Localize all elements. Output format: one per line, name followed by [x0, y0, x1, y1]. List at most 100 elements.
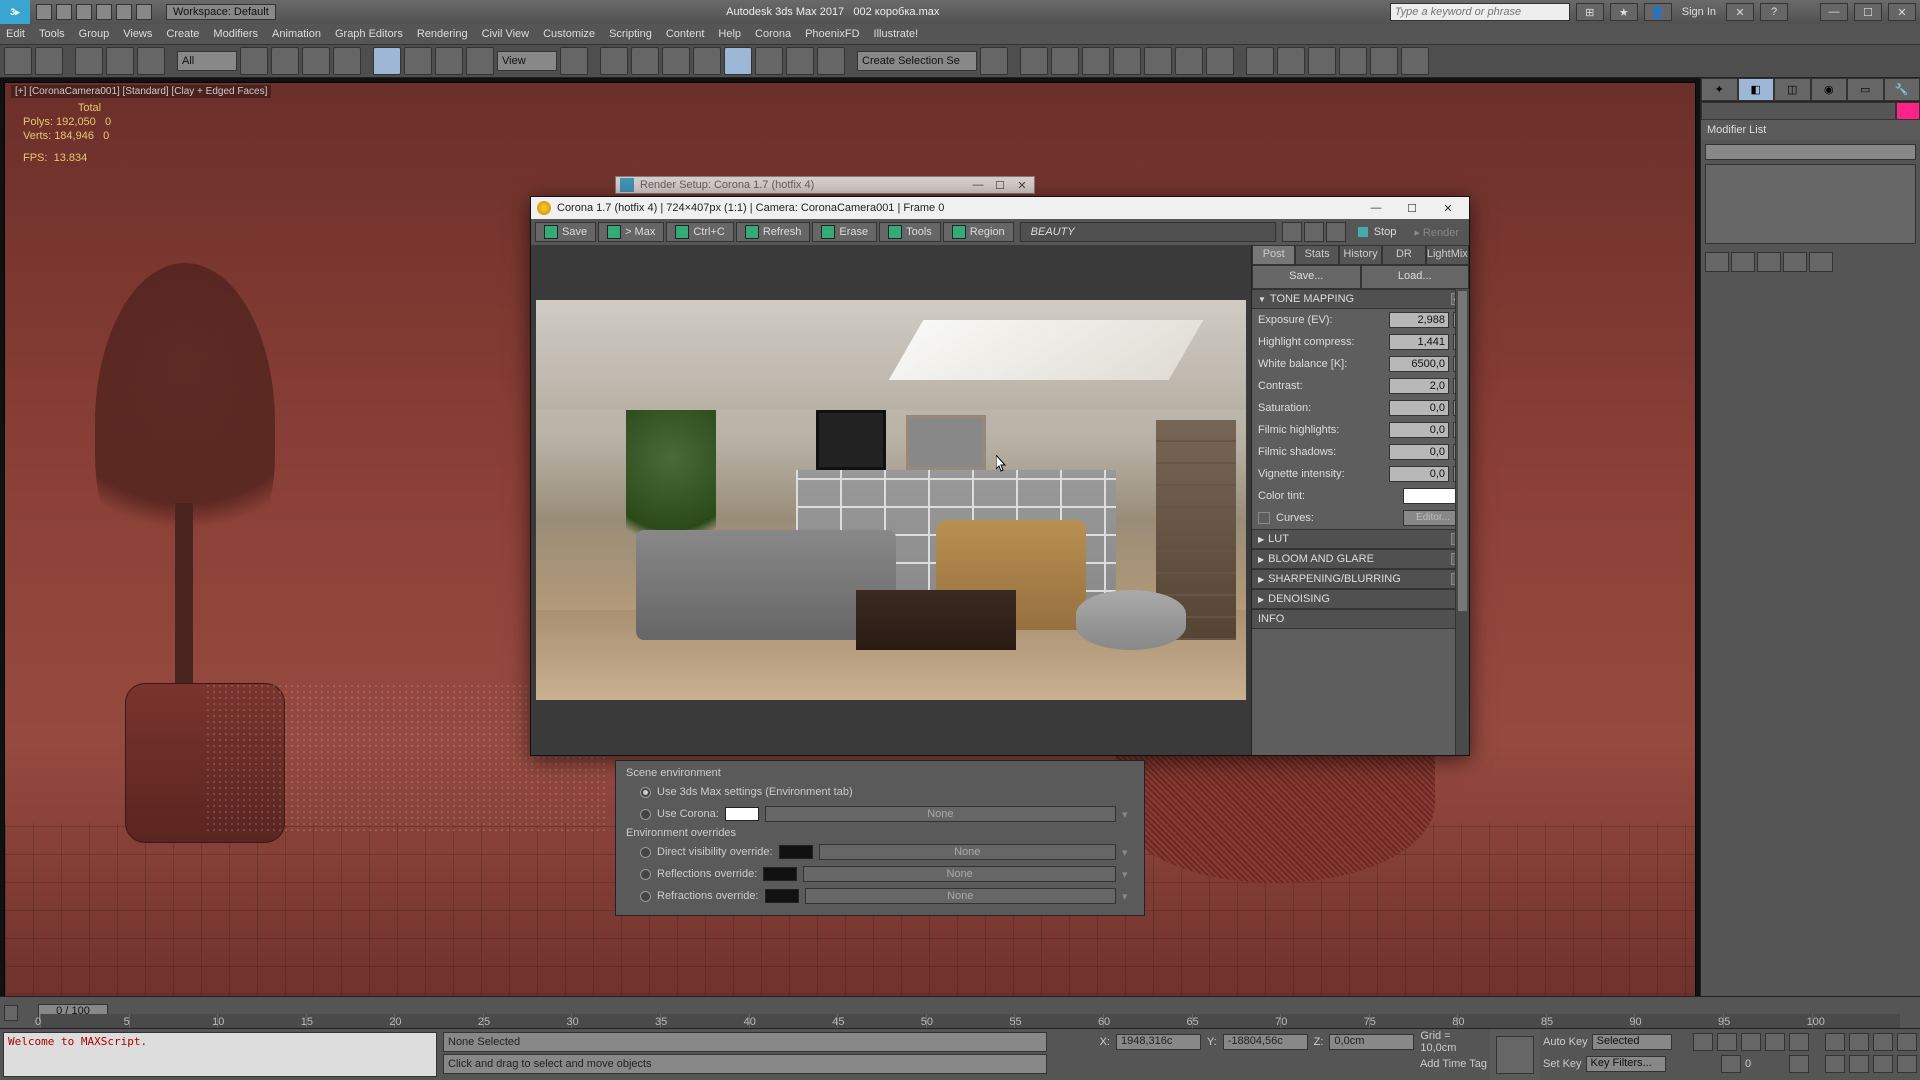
layers-button[interactable] — [1051, 47, 1079, 75]
menu-animation[interactable]: Animation — [272, 28, 321, 40]
time-config-button2[interactable] — [1789, 1055, 1809, 1073]
spinner-snap-button[interactable] — [755, 47, 783, 75]
menu-create[interactable]: Create — [166, 28, 199, 40]
bind-button[interactable] — [137, 47, 165, 75]
zoom-extents-button[interactable] — [1873, 1033, 1893, 1051]
direct-map-button[interactable]: None — [819, 844, 1116, 860]
vfb-zoomfit-button[interactable] — [1282, 222, 1302, 242]
fh-input[interactable]: 0,0 — [1389, 422, 1449, 438]
signin-label[interactable]: Sign In — [1678, 6, 1720, 18]
direct-swatch[interactable] — [779, 845, 813, 859]
vfb-minimize[interactable]: — — [1361, 199, 1391, 217]
fs-input[interactable]: 0,0 — [1389, 444, 1449, 460]
render-button[interactable] — [1308, 47, 1336, 75]
minmax-toggle-button[interactable] — [1897, 1055, 1917, 1073]
pivot-button[interactable] — [560, 47, 588, 75]
pan-button[interactable] — [1825, 1055, 1845, 1073]
vfb-zoomregion-button[interactable] — [1326, 222, 1346, 242]
direct-override-check[interactable] — [640, 847, 651, 858]
vfb-tools-button[interactable]: Tools — [879, 222, 941, 242]
project-icon[interactable] — [136, 4, 152, 20]
goto-start-button[interactable] — [1693, 1033, 1713, 1051]
close-button[interactable]: ✕ — [1888, 3, 1916, 21]
refr-override-check[interactable] — [640, 891, 651, 902]
menu-grapheditors[interactable]: Graph Editors — [335, 28, 403, 40]
search-input[interactable] — [1390, 3, 1570, 21]
selection-lock-button[interactable] — [817, 47, 845, 75]
refl-swatch[interactable] — [763, 867, 797, 881]
percent-snap-button[interactable] — [724, 47, 752, 75]
undo-button[interactable] — [4, 47, 32, 75]
menu-group[interactable]: Group — [79, 28, 110, 40]
current-frame-field[interactable]: 0 — [1745, 1058, 1785, 1070]
vfb-stop-button[interactable]: Stop — [1348, 226, 1407, 238]
vfb-tab-post[interactable]: Post — [1252, 245, 1295, 265]
autokey-button[interactable]: Auto Key — [1543, 1036, 1588, 1048]
utilities-tab[interactable]: 🔧 — [1884, 78, 1920, 101]
rollout-sharpen[interactable]: ▶SHARPENING/BLURRING — [1252, 569, 1469, 589]
time-slider[interactable]: 0 / 100 05101520253035404550556065707580… — [0, 996, 1920, 1028]
curves-check[interactable] — [1258, 512, 1270, 524]
render-setup-button[interactable] — [1246, 47, 1274, 75]
pin-stack-button[interactable] — [1705, 252, 1729, 272]
zoom-all-button[interactable] — [1849, 1033, 1869, 1051]
vfb-close[interactable]: ✕ — [1433, 199, 1463, 217]
menu-tools[interactable]: Tools — [39, 28, 65, 40]
placement-button[interactable] — [466, 47, 494, 75]
angle-snap-button[interactable] — [693, 47, 721, 75]
workspace-selector[interactable]: Workspace: Default — [166, 4, 276, 20]
menu-views[interactable]: Views — [123, 28, 152, 40]
modifier-stack[interactable] — [1705, 164, 1916, 244]
menu-content[interactable]: Content — [666, 28, 705, 40]
vfb-image-area[interactable] — [531, 245, 1251, 755]
fov-button[interactable] — [1897, 1033, 1917, 1051]
corona-map-button[interactable]: None — [765, 806, 1116, 822]
app-logo[interactable]: 3▸ — [0, 0, 30, 24]
rollout-denoise[interactable]: ▶DENOISING — [1252, 589, 1469, 609]
contrast-input[interactable]: 2,0 — [1389, 378, 1449, 394]
next-frame-button[interactable] — [1765, 1033, 1785, 1051]
keymode-combo[interactable]: Selected — [1592, 1034, 1672, 1050]
vfb-refresh-button[interactable]: Refresh — [736, 222, 811, 242]
render-setup-max[interactable]: ☐ — [992, 179, 1008, 192]
vfb-titlebar[interactable]: Corona 1.7 (hotfix 4) | 724×407px (1:1) … — [531, 197, 1469, 219]
vfb-erase-button[interactable]: Erase — [812, 222, 877, 242]
schematic-button[interactable] — [1175, 47, 1203, 75]
mirror-button[interactable] — [980, 47, 1008, 75]
keyboard-shortcut-button[interactable] — [631, 47, 659, 75]
rollout-tonemapping[interactable]: ▼TONE MAPPING✔ — [1252, 289, 1469, 309]
manipulate-button[interactable] — [600, 47, 628, 75]
curve-editor-button[interactable] — [1144, 47, 1172, 75]
exposure-input[interactable]: 2,988 — [1389, 312, 1449, 328]
redo-icon[interactable] — [116, 4, 132, 20]
vfb-load-settings[interactable]: Load... — [1361, 265, 1470, 289]
link-button[interactable] — [75, 47, 103, 75]
vfb-region-button[interactable]: Region — [943, 222, 1014, 242]
vfb-tab-dr[interactable]: DR — [1382, 245, 1425, 265]
vig-input[interactable]: 0,0 — [1389, 466, 1449, 482]
vfb-render-button[interactable]: ▸ Render — [1408, 226, 1465, 239]
select-name-button[interactable] — [271, 47, 299, 75]
unlink-button[interactable] — [106, 47, 134, 75]
motion-tab[interactable]: ◉ — [1811, 78, 1848, 101]
wb-input[interactable]: 6500,0 — [1389, 356, 1449, 372]
select-object-button[interactable] — [240, 47, 268, 75]
menu-civilview[interactable]: Civil View — [482, 28, 529, 40]
rollout-info[interactable]: INFO — [1252, 609, 1469, 629]
use-corona-radio[interactable] — [640, 809, 651, 820]
vfb-tab-stats[interactable]: Stats — [1295, 245, 1338, 265]
keymode-button[interactable] — [1721, 1055, 1741, 1073]
vfb-pass-combo[interactable]: BEAUTY — [1020, 222, 1276, 242]
selection-filter[interactable]: All — [177, 51, 237, 71]
configure-sets-button[interactable] — [1809, 252, 1833, 272]
rotate-button[interactable] — [404, 47, 432, 75]
vfb-tab-lightmix[interactable]: LightMix — [1426, 245, 1469, 265]
create-tab[interactable]: ✦ — [1701, 78, 1738, 101]
curves-editor-button[interactable]: Editor... — [1403, 510, 1463, 526]
named-selection-combo[interactable]: Create Selection Se — [857, 51, 977, 71]
favorites-icon[interactable]: ★ — [1610, 3, 1638, 21]
menu-illustrate[interactable]: Illustrate! — [874, 28, 919, 40]
refl-override-check[interactable] — [640, 869, 651, 880]
prev-frame-button[interactable] — [1717, 1033, 1737, 1051]
minimize-button[interactable]: — — [1820, 3, 1848, 21]
